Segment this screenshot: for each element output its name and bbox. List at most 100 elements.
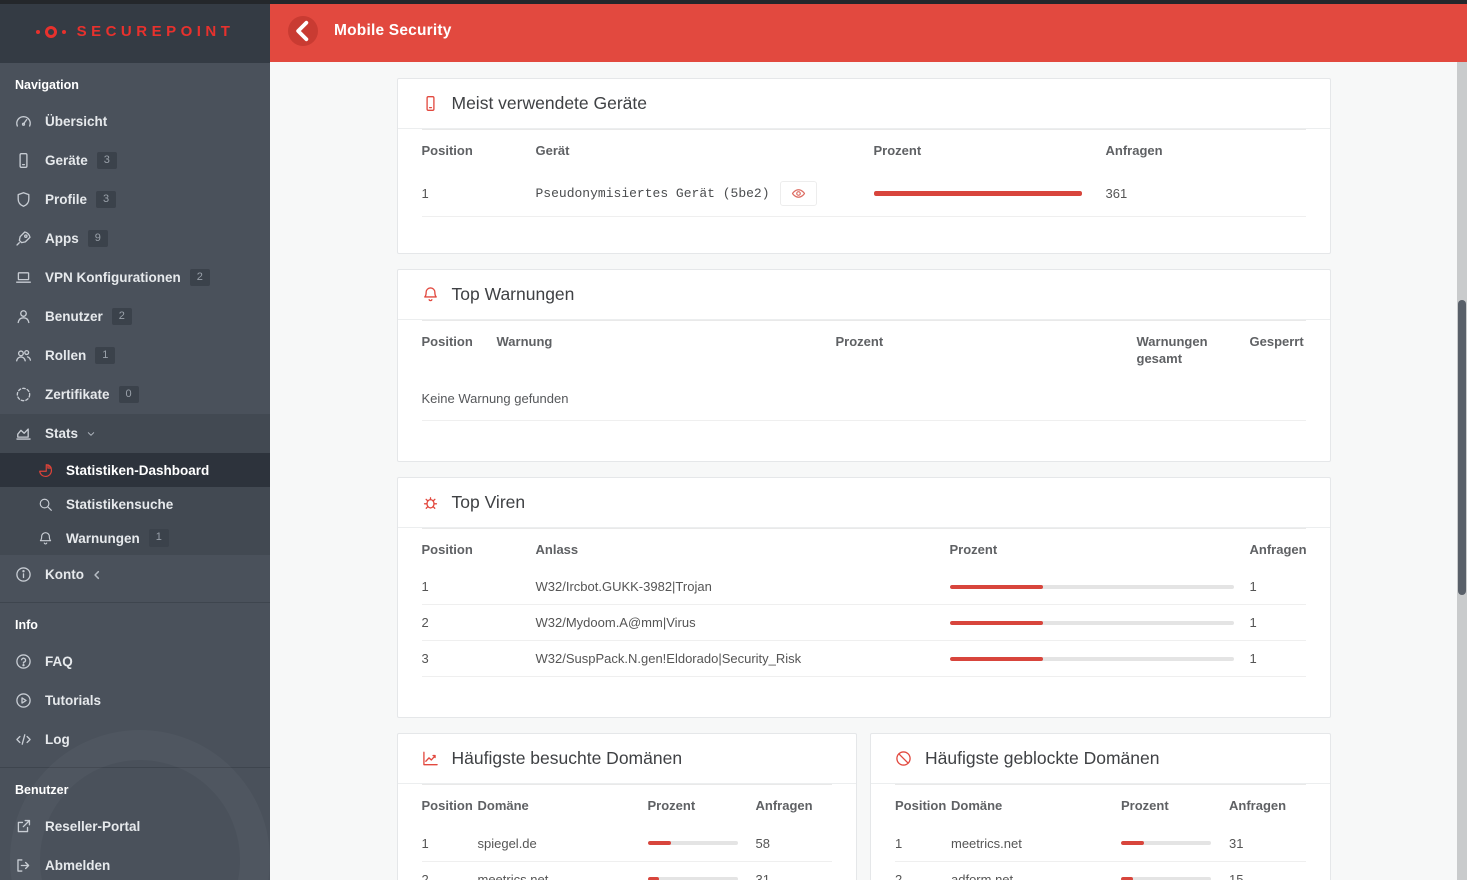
cell-text: 3: [421, 651, 429, 667]
cell-text: 361: [1105, 185, 1128, 201]
sidebar-item-benutzer[interactable]: Benutzer 2: [0, 297, 270, 336]
sidebar-item-ger-te[interactable]: Geräte 3: [0, 141, 270, 180]
cell-device: Pseudonymisiertes Gerät (5be2): [536, 171, 874, 217]
card-top-viruses: Top Viren Position Anlass Prozent Anfragen 1 W…: [396, 476, 1331, 719]
card-body: Position Domäne Prozent Anfragen 1 meetrics.n…: [871, 784, 1330, 880]
window-top-edge: [0, 0, 1467, 4]
card-header: Häufigste geblockte Domänen: [871, 734, 1330, 785]
percent-bar-track: [949, 584, 1234, 589]
sidebar-item-label: Konto: [45, 567, 84, 582]
column-header: Prozent: [835, 333, 884, 349]
eye-icon: [791, 186, 806, 201]
sidebar-item-statistiken-dashboard[interactable]: Statistiken-Dashboard: [0, 453, 270, 487]
card-body: Position Domäne Prozent Anfragen 1 spiegel.de…: [398, 784, 857, 880]
sidebar-item-konto[interactable]: Konto: [0, 555, 270, 594]
column-header: Anfragen: [1229, 798, 1287, 814]
sidebar-item-rollen[interactable]: Rollen 1: [0, 336, 270, 375]
sidebar-item-apps[interactable]: Apps 9: [0, 219, 270, 258]
sidebar-section-label: Benutzer: [15, 783, 69, 797]
device-name: Pseudonymisiertes Gerät (5be2): [535, 185, 770, 201]
sidebar-section-label: Info: [15, 618, 38, 632]
count-badge: 3: [96, 190, 117, 209]
card-header: Meist verwendete Geräte: [397, 79, 1330, 129]
sidebar-item-label: Log: [45, 732, 70, 747]
table-header-row: Position Anlass Prozent Anfragen: [421, 528, 1307, 569]
sidebar-item-warnungen[interactable]: Warnungen 1: [0, 521, 270, 555]
count-badge: 3: [96, 151, 117, 170]
bug-icon: [422, 494, 439, 511]
sidebar-item-bersicht[interactable]: Übersicht: [0, 102, 270, 141]
sidebar-item-label: Statistikensuche: [66, 496, 174, 512]
view-device-button[interactable]: [779, 180, 817, 206]
sidebar-item-faq[interactable]: FAQ: [0, 642, 270, 681]
logout-icon: [15, 857, 32, 874]
cell-percent: [1121, 861, 1229, 880]
certificate-icon: [15, 386, 32, 403]
smartphone-icon: [422, 95, 439, 112]
sidebar-item-tutorials[interactable]: Tutorials: [0, 681, 270, 720]
percent-bar-track: [1121, 841, 1211, 846]
sidebar-item-log[interactable]: Log: [0, 720, 270, 759]
sidebar-item-label: Profile: [45, 192, 88, 207]
card-body: Position Warnung Prozent Warnungen gesamt Ge…: [398, 320, 1330, 461]
percent-bar-fill: [949, 584, 1044, 589]
cell-text: 1: [1249, 579, 1257, 595]
column-header: Position: [421, 143, 473, 158]
cell-text: 31: [1229, 835, 1244, 851]
users-icon: [15, 347, 32, 364]
table-row: 1 spiegel.de 58: [421, 826, 832, 862]
column-header: Domäne: [477, 798, 529, 814]
cell-percent: [949, 605, 1250, 641]
sidebar-item-statistikensuche[interactable]: Statistikensuche: [0, 487, 270, 521]
percent-bar-fill: [1121, 841, 1145, 846]
back-button[interactable]: [288, 16, 318, 46]
bell-icon: [38, 531, 53, 546]
sidebar-item-stats[interactable]: Stats: [0, 414, 270, 453]
sidebar-item-label: Abmelden: [45, 858, 111, 873]
sidebar-item-zertifikate[interactable]: Zertifikate 0: [0, 375, 270, 414]
scrollbar-track[interactable]: [1457, 62, 1467, 880]
sidebar-item-abmelden[interactable]: Abmelden: [0, 846, 270, 880]
logo-text: SECUREPOINT: [76, 23, 235, 40]
cell-percent: [647, 826, 756, 862]
sidebar-item-label: Tutorials: [45, 693, 102, 708]
count-badge: 1: [95, 346, 116, 365]
cell-text: W32/Mydoom.A@mm|Virus: [535, 615, 696, 631]
chart-icon: [15, 425, 32, 442]
column-header: Position: [421, 798, 473, 814]
data-table: Position Anlass Prozent Anfragen 1 W32/Ircbot…: [421, 528, 1307, 678]
sidebar-item-label: Reseller-Portal: [45, 819, 141, 834]
data-table: Position Warnung Prozent Warnungen gesamt Ge…: [421, 320, 1306, 421]
sidebar-item-label: Geräte: [45, 153, 88, 168]
external-link-icon: [15, 818, 32, 835]
sidebar-item-profile[interactable]: Profile 3: [0, 180, 270, 219]
column-header: Prozent: [1121, 798, 1169, 814]
scrollbar-thumb[interactable]: [1458, 300, 1466, 595]
cell-text: W32/Ircbot.GUKK-3982|Trojan: [535, 579, 712, 595]
brand-logo: SECUREPOINT: [0, 0, 270, 63]
table-header-row: Position Gerät Prozent Anfragen: [421, 129, 1306, 171]
sidebar-group-stats: Stats Statistiken-Dashboard Statistikensuc…: [0, 414, 270, 555]
card-title: Top Viren: [451, 491, 526, 512]
column-header: Anfragen: [1249, 541, 1307, 557]
count-badge: 2: [111, 307, 132, 326]
info-icon: [15, 566, 32, 583]
cell-text: meetrics.net: [951, 835, 1022, 851]
table-header-row: Position Warnung Prozent Warnungen gesamt Ge…: [421, 320, 1306, 379]
table-row: 1 Pseudonymisiertes Gerät (5be2) 361: [421, 171, 1306, 217]
percent-bar-fill: [647, 841, 671, 846]
sidebar: SECUREPOINT Navigation Übersicht Geräte 3 Pr…: [0, 0, 270, 880]
user-icon: [15, 308, 32, 325]
cell-percent: [1121, 826, 1229, 862]
gauge-icon: [15, 113, 32, 130]
table-empty-row: Keine Warnung gefunden: [421, 379, 1306, 421]
content-area: Meist verwendete Geräte Position Gerät Proz…: [270, 62, 1457, 880]
page-header: Mobile Security: [270, 0, 1467, 62]
shield-icon: [15, 191, 32, 208]
card-top-warnings: Top Warnungen Position Warnung Prozent Warnu…: [396, 268, 1331, 462]
sidebar-item-reseller-portal[interactable]: Reseller-Portal: [0, 807, 270, 846]
table-row: 2 adform.net 15: [895, 861, 1306, 880]
cell-text: spiegel.de: [477, 835, 537, 851]
rocket-icon: [15, 230, 32, 247]
sidebar-item-vpn-konfigurationen[interactable]: VPN Konfigurationen 2: [0, 258, 270, 297]
